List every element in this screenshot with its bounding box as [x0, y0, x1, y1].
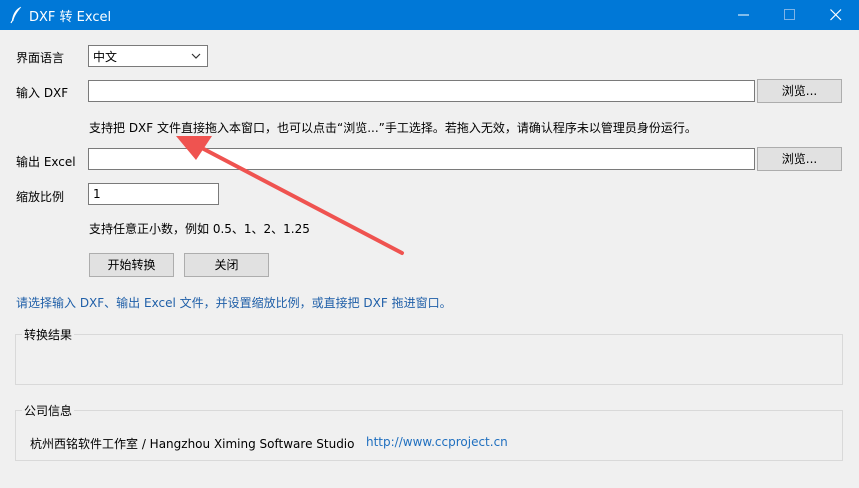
- language-label: 界面语言: [16, 51, 65, 65]
- maximize-button[interactable]: [767, 0, 813, 30]
- result-group-title: 转换结果: [22, 326, 75, 343]
- minimize-icon: [738, 14, 749, 16]
- company-name: 杭州西铭软件工作室 / Hangzhou Ximing Software Stu…: [30, 437, 355, 451]
- input-hint: 支持把 DXF 文件直接拖入本窗口，也可以点击“浏览...”手工选择。若拖入无效…: [89, 121, 697, 135]
- browse-output-button[interactable]: 浏览...: [757, 147, 842, 171]
- input-dxf-field[interactable]: [88, 80, 755, 102]
- title-bar: DXF 转 Excel: [0, 0, 859, 30]
- scale-input[interactable]: 1: [88, 183, 219, 205]
- close-icon: [830, 9, 842, 21]
- output-excel-label: 输出 Excel: [16, 155, 76, 169]
- chevron-down-icon: [191, 50, 201, 64]
- minimize-button[interactable]: [721, 0, 767, 30]
- scale-hint: 支持任意正小数，例如 0.5、1、2、1.25: [89, 222, 310, 236]
- company-group-title: 公司信息: [22, 402, 75, 419]
- scale-label: 缩放比例: [16, 190, 65, 204]
- close-button[interactable]: 关闭: [184, 253, 269, 277]
- language-selected-value: 中文: [93, 50, 118, 64]
- start-convert-button[interactable]: 开始转换: [89, 253, 174, 277]
- status-text: 请选择输入 DXF、输出 Excel 文件，并设置缩放比例，或直接把 DXF 拖…: [16, 296, 452, 310]
- output-excel-field[interactable]: [88, 148, 755, 170]
- feather-icon: [8, 6, 24, 24]
- maximize-icon: [784, 9, 795, 20]
- window-title: DXF 转 Excel: [29, 10, 112, 25]
- language-select[interactable]: 中文: [88, 45, 208, 67]
- company-website-link[interactable]: http://www.ccproject.cn: [366, 435, 508, 449]
- browse-input-button[interactable]: 浏览...: [757, 79, 842, 103]
- result-groupbox: 转换结果: [15, 326, 843, 385]
- input-dxf-label: 输入 DXF: [16, 86, 69, 100]
- close-window-button[interactable]: [813, 0, 859, 30]
